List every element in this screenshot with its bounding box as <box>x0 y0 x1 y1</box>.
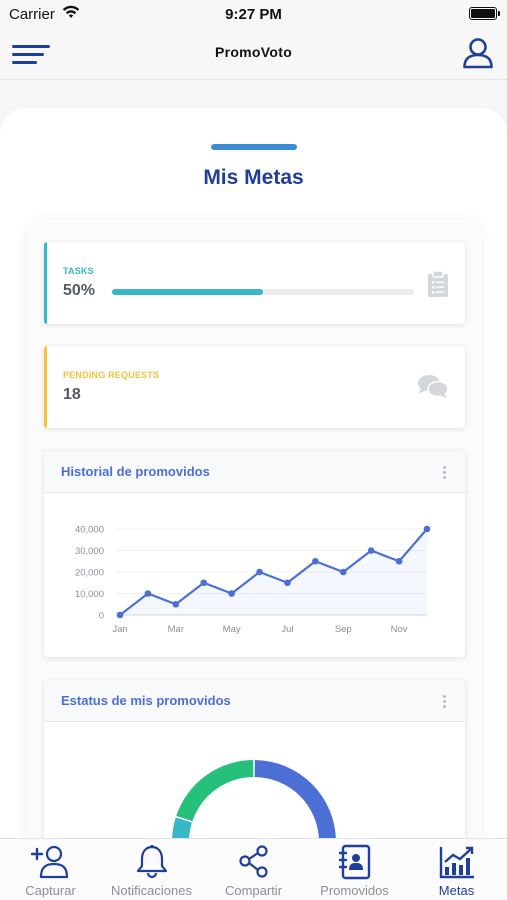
data-point <box>116 611 124 619</box>
tasks-label: TASKS <box>63 266 94 276</box>
estatus-doughnut-chart <box>172 760 337 848</box>
data-point <box>228 590 235 597</box>
share-icon <box>238 845 268 878</box>
x-tick-label: Jul <box>281 624 293 635</box>
top-nav-bar: PromoVoto <box>0 28 507 80</box>
tab-metas[interactable]: Metas <box>406 839 507 900</box>
x-tick-label: May <box>223 624 241 635</box>
y-tick-label: 40,000 <box>75 525 104 536</box>
data-point <box>284 579 291 587</box>
tab-label: Promovidos <box>320 883 389 898</box>
y-tick-label: 10,000 <box>75 589 104 600</box>
y-tick-label: 30,000 <box>75 546 104 557</box>
clipboard-list-icon <box>428 270 448 297</box>
pending-requests-card: PENDING REQUESTS 18 <box>44 346 465 428</box>
bell-icon <box>136 844 167 879</box>
main-sheet: Mis Metas TASKS 50% PENDING REQUESTS 18 <box>0 108 507 848</box>
tasks-progress-fill <box>112 289 263 295</box>
chart-header: Estatus de mis promovidos <box>44 680 465 722</box>
data-point <box>395 557 403 565</box>
data-point <box>144 590 152 597</box>
historial-chart-title: Historial de promovidos <box>61 464 210 479</box>
kebab-menu-icon[interactable] <box>441 695 447 709</box>
pending-requests-label: PENDING REQUESTS <box>63 370 160 380</box>
estatus-chart-card: Estatus de mis promovidos <box>44 680 465 848</box>
historial-chart-card: Historial de promovidos 0 10,000 20,000 30,… <box>44 451 465 657</box>
user-icon[interactable] <box>461 36 495 70</box>
address-book-icon <box>338 844 370 880</box>
battery-icon <box>469 7 500 20</box>
x-tick-label: Sep <box>335 624 352 635</box>
tab-label: Capturar <box>25 883 76 898</box>
page-title: Mis Metas <box>203 166 304 189</box>
data-point <box>256 568 263 576</box>
card-accent-bar <box>44 242 47 324</box>
tasks-card: TASKS 50% <box>44 242 465 324</box>
status-bar: Carrier 9:27 PM <box>0 0 507 28</box>
metas-panel: TASKS 50% PENDING REQUESTS 18 Historial … <box>26 220 482 848</box>
data-point <box>367 547 375 554</box>
bottom-tab-bar: Capturar Notificaciones Compartir Promov… <box>0 838 507 900</box>
kebab-menu-icon[interactable] <box>441 466 447 480</box>
chart-header: Historial de promovidos <box>44 451 465 493</box>
pending-requests-value: 18 <box>63 386 81 403</box>
sheet-handle[interactable] <box>211 144 297 150</box>
data-point <box>200 579 208 587</box>
tab-label: Compartir <box>224 883 283 898</box>
data-point <box>423 525 431 533</box>
doughnut-slice <box>176 760 254 822</box>
tab-label: Metas <box>438 883 475 898</box>
comments-icon <box>418 375 449 398</box>
historial-line-chart: 0 10,000 20,000 30,000 40,000 Jan Mar May Jul Sep… <box>75 525 431 635</box>
x-tick-label: Jan <box>112 624 127 635</box>
tab-notificaciones[interactable]: Notificaciones <box>101 839 202 900</box>
tab-capturar[interactable]: Capturar <box>0 839 101 900</box>
tab-promovidos[interactable]: Promovidos <box>304 839 405 900</box>
y-tick-label: 0 <box>99 611 104 622</box>
estatus-chart-title: Estatus de mis promovidos <box>61 693 231 708</box>
data-point <box>339 568 347 576</box>
x-tick-label: Mar <box>168 624 184 635</box>
tasks-value: 50% <box>63 282 96 299</box>
x-tick-label: Nov <box>391 624 408 635</box>
data-point <box>172 600 180 608</box>
add-user-icon <box>30 845 68 879</box>
tasks-progress-bar <box>112 289 414 295</box>
card-accent-bar <box>44 346 47 428</box>
data-point <box>312 557 319 565</box>
y-tick-label: 20,000 <box>75 568 104 579</box>
chart-line-icon <box>439 846 474 879</box>
tab-compartir[interactable]: Compartir <box>203 839 304 900</box>
tab-label: Notificaciones <box>111 883 192 898</box>
clock-label: 9:27 PM <box>225 6 282 23</box>
app-title: PromoVoto <box>214 44 293 60</box>
doughnut-slice <box>254 760 337 848</box>
